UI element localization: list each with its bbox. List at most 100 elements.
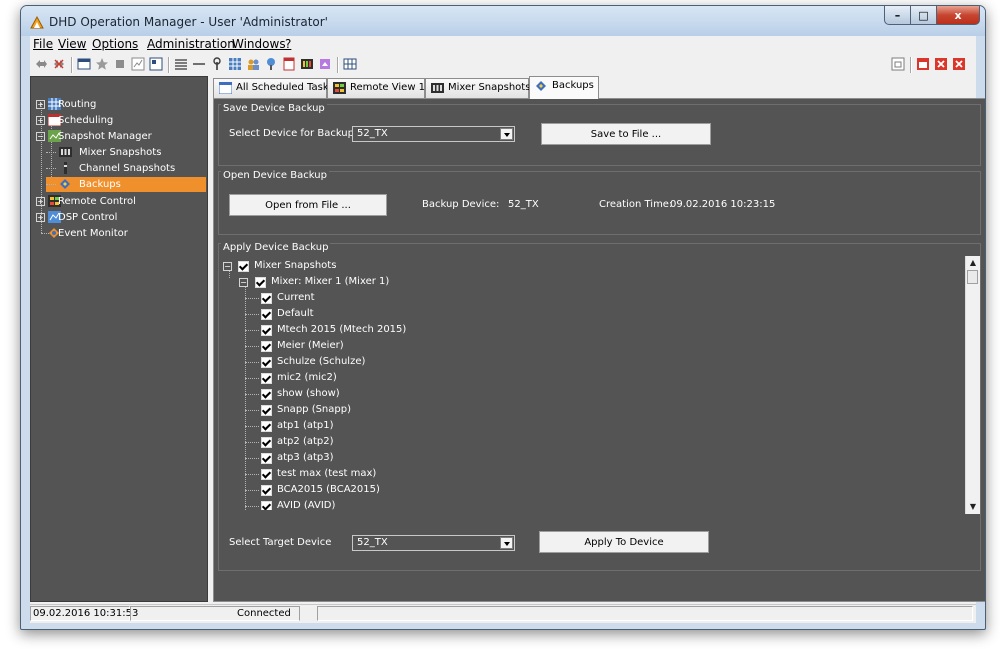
menu-administration[interactable]: Administration: [147, 37, 235, 51]
sidebar-item-mixer-snapshots[interactable]: Mixer Snapshots: [46, 145, 206, 160]
sidebar-item-scheduling[interactable]: + Scheduling: [36, 113, 206, 128]
tree-guide: [245, 378, 259, 379]
antenna-icon[interactable]: [210, 57, 224, 71]
expand-icon[interactable]: +: [36, 100, 45, 109]
tree-node-mixer-1[interactable]: − Mixer: Mixer 1 (Mixer 1): [239, 274, 539, 290]
checkbox[interactable]: [261, 373, 272, 384]
exit-icon[interactable]: [952, 57, 966, 71]
grid-icon[interactable]: [343, 57, 357, 71]
menu-options[interactable]: Options: [92, 37, 138, 51]
open-from-file-button[interactable]: Open from File ...: [229, 194, 387, 216]
checkbox[interactable]: [261, 325, 272, 336]
tab-all-scheduled-tasks[interactable]: All Scheduled Tasks: [213, 78, 334, 98]
collapse-icon[interactable]: −: [223, 262, 232, 271]
tree-node-snapshot[interactable]: Default: [245, 306, 545, 322]
users-icon[interactable]: [246, 57, 260, 71]
tab-panel: All Scheduled Tasks Remote View 1 Mixer …: [213, 76, 985, 602]
disconnect-icon[interactable]: [52, 57, 66, 71]
chevron-down-icon[interactable]: [500, 128, 513, 140]
tree-node-snapshot[interactable]: AVID (AVID): [245, 498, 545, 510]
sidebar-item-event-monitor[interactable]: Event Monitor: [36, 226, 206, 241]
checkbox[interactable]: [261, 341, 272, 352]
menu-windows[interactable]: Windows: [232, 37, 286, 51]
connect-icon[interactable]: [34, 57, 48, 71]
chart-icon[interactable]: [131, 57, 145, 71]
sidebar-item-channel-snapshots[interactable]: Channel Snapshots: [46, 161, 206, 176]
sidebar-item-snapshot-manager[interactable]: − Snapshot Manager: [36, 129, 206, 144]
expand-icon[interactable]: +: [36, 197, 45, 206]
vertical-scrollbar[interactable]: ▲ ▼: [965, 256, 980, 514]
window-layout-icon[interactable]: [916, 57, 930, 71]
collapse-icon[interactable]: −: [36, 132, 45, 141]
menu-help[interactable]: ?: [285, 37, 291, 51]
tab-remote-view-1[interactable]: Remote View 1: [327, 78, 425, 98]
checkbox[interactable]: [261, 357, 272, 368]
backup-content-tree[interactable]: − Mixer Snapshots − Mixer: Mixer 1 (Mixe…: [223, 258, 970, 510]
restore-icon[interactable]: [891, 57, 905, 71]
checkbox[interactable]: [261, 405, 272, 416]
scroll-up-icon[interactable]: ▲: [967, 256, 979, 270]
tower-icon[interactable]: [264, 57, 278, 71]
save-to-file-button[interactable]: Save to File ...: [541, 123, 711, 145]
checkbox[interactable]: [255, 277, 266, 288]
menu-view[interactable]: View: [58, 37, 86, 51]
line-icon[interactable]: [192, 57, 206, 71]
tree-node-snapshot[interactable]: Current: [245, 290, 545, 306]
expand-icon[interactable]: +: [36, 213, 45, 222]
tree-node-snapshot[interactable]: atp1 (atp1): [245, 418, 545, 434]
window-icon[interactable]: [77, 57, 91, 71]
tree-node-snapshot[interactable]: mic2 (mic2): [245, 370, 545, 386]
checkbox[interactable]: [261, 309, 272, 320]
menu-file[interactable]: File: [33, 37, 53, 51]
expand-icon[interactable]: +: [36, 116, 45, 125]
sidebar-item-remote-control[interactable]: + Remote Control: [36, 194, 206, 209]
checkbox[interactable]: [238, 261, 249, 272]
checkbox[interactable]: [261, 485, 272, 496]
tab-backups[interactable]: Backups: [529, 76, 599, 99]
snapshot-icon[interactable]: [318, 57, 332, 71]
checkbox[interactable]: [261, 437, 272, 448]
sidebar-item-routing[interactable]: + Routing: [36, 97, 206, 112]
tree-node-snapshot[interactable]: Mtech 2015 (Mtech 2015): [245, 322, 545, 338]
close-window-icon[interactable]: [934, 57, 948, 71]
panel-icon[interactable]: [149, 57, 163, 71]
backup-device-select[interactable]: 52_TX: [352, 126, 515, 142]
title-bar[interactable]: DHD Operation Manager - User 'Administra…: [21, 6, 985, 36]
tree-node-snapshot[interactable]: show (show): [245, 386, 545, 402]
tree-node-snapshot[interactable]: test max (test max): [245, 466, 545, 482]
checkbox[interactable]: [261, 453, 272, 464]
checkbox[interactable]: [261, 389, 272, 400]
tab-mixer-snapshots[interactable]: Mixer Snapshots: [425, 78, 530, 98]
target-device-select[interactable]: 52_TX: [352, 535, 515, 551]
tree-guide: [245, 458, 259, 459]
sidebar-item-dsp-control[interactable]: + DSP Control: [36, 210, 206, 225]
scroll-down-icon[interactable]: ▼: [967, 500, 979, 514]
stop-icon[interactable]: [113, 57, 127, 71]
tree-node-snapshot[interactable]: BCA2015 (BCA2015): [245, 482, 545, 498]
navigation-tree[interactable]: + Routing + Scheduling − Snapshot Manage…: [30, 76, 208, 602]
maximize-button[interactable]: □: [910, 6, 937, 25]
apply-to-device-button[interactable]: Apply To Device: [539, 531, 709, 553]
collapse-icon[interactable]: −: [239, 278, 248, 287]
tree-node-snapshot[interactable]: atp3 (atp3): [245, 450, 545, 466]
checkbox[interactable]: [261, 469, 272, 480]
star-icon[interactable]: [95, 57, 109, 71]
status-time: 09.02.2016 10:31:53: [30, 606, 138, 621]
list-icon[interactable]: [174, 57, 188, 71]
tree-node-snapshot[interactable]: Schulze (Schulze): [245, 354, 545, 370]
tree-node-mixer-snapshots[interactable]: − Mixer Snapshots: [223, 258, 523, 274]
close-button[interactable]: x: [936, 6, 980, 25]
checkbox[interactable]: [261, 501, 272, 510]
routing-icon[interactable]: [228, 57, 242, 71]
calendar-icon[interactable]: [282, 57, 296, 71]
mixer-icon[interactable]: [300, 57, 314, 71]
tree-node-snapshot[interactable]: atp2 (atp2): [245, 434, 545, 450]
scroll-thumb[interactable]: [967, 270, 978, 284]
checkbox[interactable]: [261, 293, 272, 304]
minimize-button[interactable]: –: [884, 6, 911, 25]
checkbox[interactable]: [261, 421, 272, 432]
sidebar-item-backups[interactable]: Backups: [46, 177, 206, 192]
chevron-down-icon[interactable]: [500, 537, 513, 549]
tree-node-snapshot[interactable]: Meier (Meier): [245, 338, 545, 354]
tree-node-snapshot[interactable]: Snapp (Snapp): [245, 402, 545, 418]
